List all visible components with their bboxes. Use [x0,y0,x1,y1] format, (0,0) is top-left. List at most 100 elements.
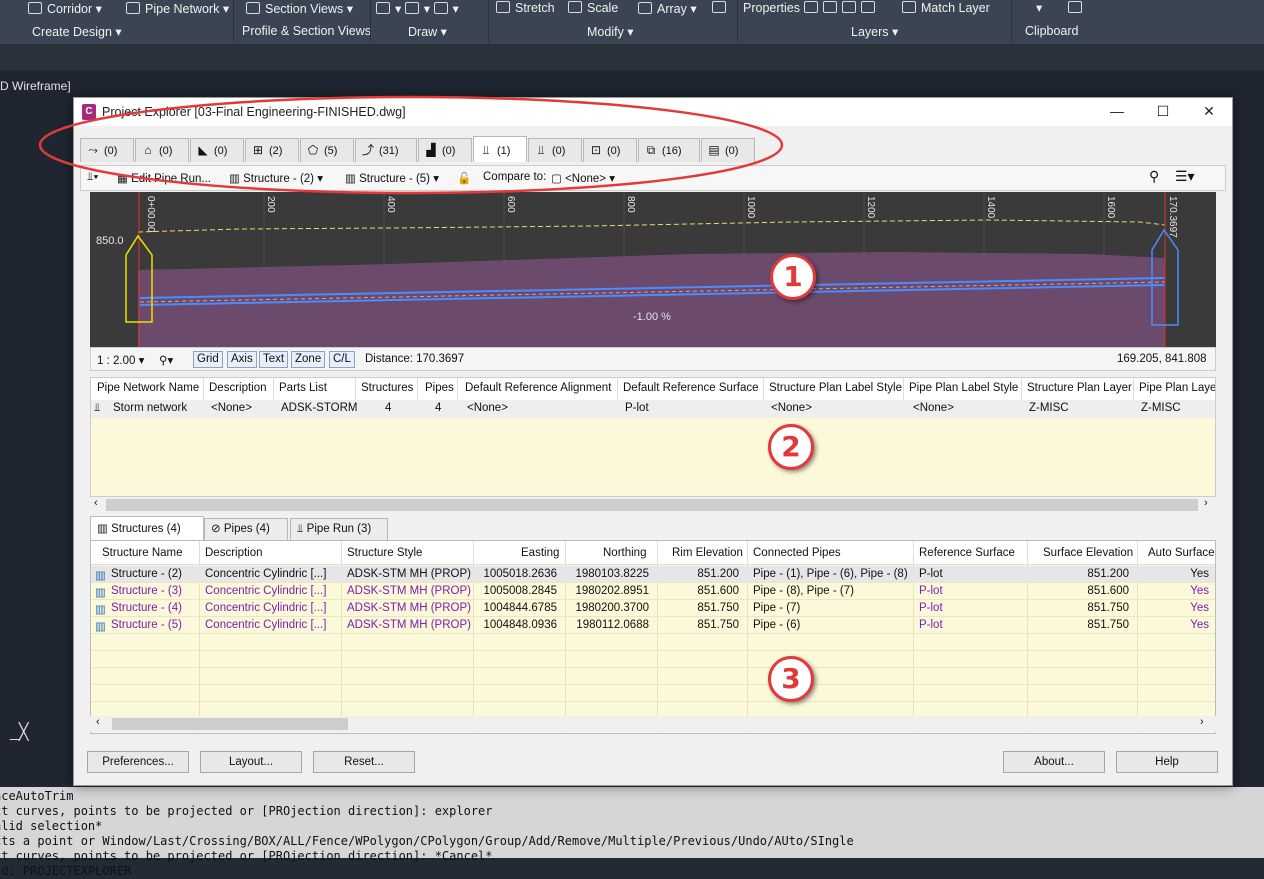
column-header[interactable]: Pipe Plan Layer [1139,382,1215,394]
object-tab[interactable]: ▤ (0) [701,138,755,162]
table-row[interactable]: ▥ Structure - (5) Concentric Cylindric [..… [91,617,1215,634]
table-row[interactable]: ▥ Structure - (4) Concentric Cylindric [..… [91,600,1215,617]
scroll-right-icon[interactable]: › [1204,497,1208,509]
compare-to-select[interactable]: ▢ <None> ▾ [551,171,615,185]
panel-create-design[interactable]: Create Design ▾ [32,24,122,39]
column-header[interactable]: Pipe Network Name [97,382,199,394]
tab-structures[interactable]: ▥ Structures (4) [90,516,204,540]
grid-toggle[interactable]: Grid [193,351,223,368]
cell: Structure - (4) [111,602,182,614]
reset-button[interactable]: Reset... [313,751,415,773]
object-tab[interactable]: ⊡ (0) [583,138,637,162]
draw-tools[interactable]: ▾ ▾ ▾ [376,1,459,16]
scroll-left-icon[interactable]: ‹ [94,497,98,509]
column-header[interactable]: Structure Name [102,547,183,559]
column-header[interactable]: Structure Style [347,547,422,559]
column-header[interactable]: Default Reference Alignment [465,382,611,394]
table-row[interactable]: ▥ Structure - (3) Concentric Cylindric [..… [91,583,1215,600]
object-tab[interactable]: ▟ (0) [418,138,472,162]
column-header[interactable]: Default Reference Surface [623,382,759,394]
table-row[interactable]: ▥ Structure - (2) Concentric Cylindric [..… [91,566,1215,583]
scrollbar-thumb[interactable] [112,718,348,730]
object-tab[interactable]: ⫫ (0) [528,138,582,162]
centerline-toggle[interactable]: C/L [329,351,355,368]
panel-draw[interactable]: Draw ▾ [408,24,447,39]
zoom-search-icon[interactable]: ⚲ [1149,168,1159,185]
tab-pipes[interactable]: ⊘ Pipes (4) [204,518,288,540]
clipboard-tool[interactable] [1068,1,1087,15]
column-header[interactable]: Parts List [279,382,327,394]
layout-button[interactable]: Layout... [200,751,302,773]
scale-tool[interactable]: Scale [568,1,618,15]
column-header[interactable]: Easting [521,547,559,559]
column-header[interactable]: Description [205,547,263,559]
object-tab[interactable]: ⫫ (1) [473,136,527,162]
profile-preview[interactable]: 0+00.00 200 400 600 800 1000 1200 1400 1600 170.3… [90,192,1216,347]
object-tab[interactable]: ⤴ (31) [355,138,417,162]
corridor-tool[interactable]: Corridor ▾ [28,1,102,16]
horizontal-scrollbar[interactable]: ‹ › [90,497,1216,513]
preferences-button[interactable]: Preferences... [87,751,189,773]
zone-toggle[interactable]: Zone [291,351,326,368]
column-header[interactable]: Structure Plan Layer [1027,382,1132,394]
column-header[interactable]: Pipes [425,382,454,394]
pipe-tools-dropdown[interactable]: ⫫▾ [87,171,98,184]
layer-tools[interactable] [804,1,880,15]
object-tab[interactable]: ⊞ (2) [245,138,299,162]
column-header[interactable]: Connected Pipes [753,547,841,559]
scroll-left-icon[interactable]: ‹ [96,716,100,728]
column-header[interactable]: Surface Elevation [1043,547,1133,559]
station-label: 170.3697 [1167,196,1178,238]
maximize-button[interactable]: ☐ [1146,100,1180,122]
object-count: (2) [269,145,283,157]
unlock-icon[interactable]: 🔓 [457,171,471,185]
start-structure-select[interactable]: ▥ Structure - (2) ▾ [229,171,323,185]
command-line-close-icon[interactable]: _╳ [10,722,29,742]
close-button[interactable]: ✕ [1192,100,1226,122]
object-tab[interactable]: ⧉ (16) [638,138,700,162]
column-header[interactable]: Auto Surface [1148,547,1214,559]
axis-toggle[interactable]: Axis [227,351,257,368]
zoom-select[interactable]: ⚲▾ [159,353,173,367]
column-header[interactable]: Reference Surface [919,547,1015,559]
title-bar[interactable]: C Project Explorer [03-Final Engineering… [74,98,1232,126]
scale-select[interactable]: 1 : 2.00 ▾ [97,353,144,367]
text-toggle[interactable]: Text [259,351,289,368]
clipboard-dropdown[interactable]: ▾ [1036,0,1042,15]
column-header[interactable]: Structures [361,382,413,394]
divider [1011,0,1012,42]
match-layer-tool[interactable]: Match Layer [902,1,990,15]
object-tab[interactable]: ⬠ (5) [300,138,354,162]
help-button[interactable]: Help [1116,751,1218,773]
panel-layers[interactable]: Layers ▾ [851,24,898,39]
pipe-network-tool[interactable]: Pipe Network ▾ [126,1,229,16]
column-header[interactable]: Northing [603,547,646,559]
tab-pipe-run[interactable]: ⫫ Pipe Run (3) [290,518,388,540]
scroll-right-icon[interactable]: › [1200,716,1204,728]
column-header[interactable]: Description [209,382,267,394]
object-tab[interactable]: ◣ (0) [190,138,244,162]
about-button[interactable]: About... [1003,751,1105,773]
end-structure-select[interactable]: ▥ Structure - (5) ▾ [345,171,439,185]
corridor-icon: ◣ [198,143,208,157]
properties-tool[interactable]: Properties [743,1,800,15]
minimize-button[interactable]: — [1100,100,1134,122]
column-header[interactable]: Structure Plan Label Style [769,382,902,394]
viewport-label[interactable]: D Wireframe] [0,79,71,93]
horizontal-scrollbar[interactable]: ‹ › [90,716,1216,732]
object-tab[interactable]: ⌂ (0) [135,138,189,162]
edit-pipe-run-button[interactable]: ▦ Edit Pipe Run... [117,171,211,185]
object-tab[interactable]: ⤳ (0) [80,138,134,162]
cell: Yes [1190,585,1209,597]
station-label: 1600 [1105,196,1116,219]
offset-tool[interactable] [712,1,731,15]
scrollbar-thumb[interactable] [106,499,1198,511]
section-views-tool[interactable]: Section Views ▾ [246,1,353,16]
stretch-tool[interactable]: Stretch [496,1,555,15]
view-options-icon[interactable]: ☰▾ [1175,168,1195,185]
column-header[interactable]: Rim Elevation [672,547,743,559]
column-header[interactable]: Pipe Plan Label Style [909,382,1018,394]
array-tool[interactable]: Array ▾ [638,1,697,16]
table-row[interactable]: ⫫ Storm network <None> ADSK-STORM 4 4 <N… [91,400,1215,418]
panel-modify[interactable]: Modify ▾ [587,24,634,39]
